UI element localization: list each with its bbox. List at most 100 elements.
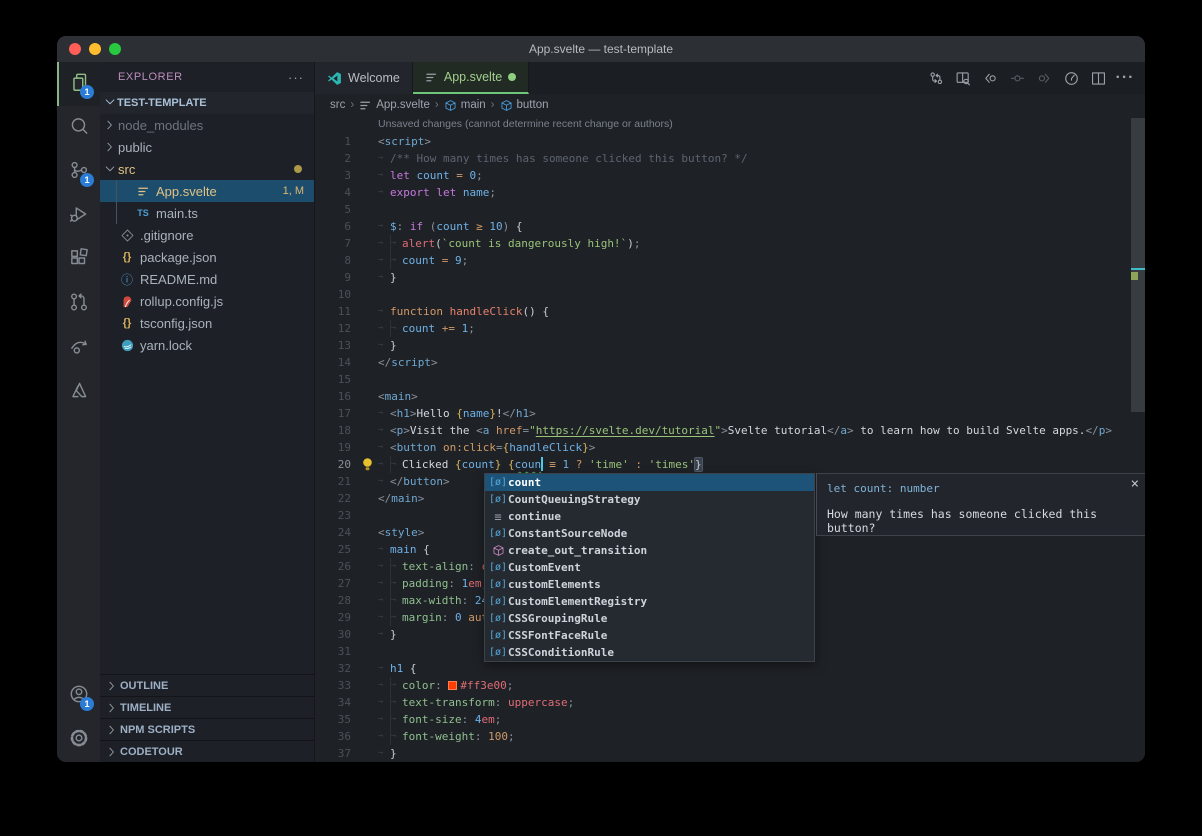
suggest-item-count[interactable]: [ø]count — [485, 474, 814, 491]
activity-azure-icon[interactable] — [57, 370, 100, 414]
code-line[interactable]: 1<script> — [315, 133, 1145, 150]
sidebar-more-icon[interactable]: ··· — [288, 70, 304, 85]
code-line[interactable]: 37→} — [315, 745, 1145, 762]
codetour-step-icon[interactable] — [1005, 66, 1029, 90]
suggest-item-CustomElementRegistry[interactable]: [ø]CustomElementRegistry — [485, 593, 814, 610]
code-line[interactable]: 33→→color: #ff3e00; — [315, 677, 1145, 694]
suggest-item-CSSGroupingRule[interactable]: [ø]CSSGroupingRule — [485, 610, 814, 627]
code-line[interactable]: 36→→font-weight: 100; — [315, 728, 1145, 745]
code-line[interactable]: 20→→Clicked {count} {coun ≡ 1 ? 'time' :… — [315, 456, 1145, 473]
code-line[interactable]: 16<main> — [315, 388, 1145, 405]
code-line[interactable]: 32→h1 { — [315, 660, 1145, 677]
activity-pull-request-icon[interactable] — [57, 282, 100, 326]
activity-run-debug-icon[interactable] — [57, 194, 100, 238]
code-line[interactable]: 34→→text-transform: uppercase; — [315, 694, 1145, 711]
suggest-item-CustomEvent[interactable]: [ø]CustomEvent — [485, 559, 814, 576]
explorer-sidebar: EXPLORER ··· TEST-TEMPLATE node_modulesp… — [100, 62, 315, 762]
open-preview-icon[interactable] — [951, 66, 975, 90]
codetour-next-icon[interactable] — [1032, 66, 1056, 90]
suggest-item-create_out_transition[interactable]: create_out_transition — [485, 542, 814, 559]
suggest-label: CSSConditionRule — [508, 646, 614, 659]
code-line[interactable]: 14</script> — [315, 354, 1145, 371]
tab-app-svelte[interactable]: App.svelte — [413, 62, 529, 94]
sidebar-panel-timeline[interactable]: TIMELINE — [100, 696, 314, 718]
code-line[interactable]: 19→<button on:click={handleClick}> — [315, 439, 1145, 456]
code-line[interactable]: 6→$: if (count ≥ 10) { — [315, 218, 1145, 235]
code-line[interactable]: 13→} — [315, 337, 1145, 354]
close-icon[interactable]: × — [1131, 476, 1139, 492]
file-tree-item-package.json[interactable]: {}package.json — [100, 246, 314, 268]
line-number: 34 — [315, 694, 351, 711]
code-line[interactable]: 17→<h1>Hello {name}!</h1> — [315, 405, 1145, 422]
suggest-item-continue[interactable]: ≡continue — [485, 508, 814, 525]
breadcrumb-item-main[interactable]: main — [444, 99, 486, 112]
open-changes-icon[interactable] — [924, 66, 948, 90]
code-line[interactable]: 35→→font-size: 4em; — [315, 711, 1145, 728]
breadcrumb-item-src[interactable]: src — [330, 99, 345, 111]
suggest-label: ConstantSourceNode — [508, 527, 627, 540]
code-line[interactable]: 10 — [315, 286, 1145, 303]
file-tree-item-main.ts[interactable]: TSmain.ts — [100, 202, 314, 224]
code-line[interactable]: 9→} — [315, 269, 1145, 286]
suggest-item-CSSConditionRule[interactable]: [ø]CSSConditionRule — [485, 644, 814, 661]
code-line[interactable]: 11→function handleClick() { — [315, 303, 1145, 320]
code-line[interactable]: 4→export let name; — [315, 184, 1145, 201]
file-tree-item-src[interactable]: src — [100, 158, 314, 180]
breadcrumb-item-button[interactable]: button — [500, 99, 549, 112]
suggest-item-CountQueuingStrategy[interactable]: [ø]CountQueuingStrategy — [485, 491, 814, 508]
file-tree-item-node_modules[interactable]: node_modules — [100, 114, 314, 136]
breadcrumb-item-app-svelte[interactable]: App.svelte — [359, 99, 430, 112]
line-number: 2 — [315, 150, 351, 167]
suggest-item-customElements[interactable]: [ø]customElements — [485, 576, 814, 593]
code-line[interactable]: 2→/** How many times has someone clicked… — [315, 150, 1145, 167]
json-braces-icon: {} — [118, 317, 136, 329]
badge: 1 — [80, 85, 94, 99]
suggest-item-CSSFontFaceRule[interactable]: [ø]CSSFontFaceRule — [485, 627, 814, 644]
line-number: 7 — [315, 235, 351, 252]
tab-bar: WelcomeApp.svelte ··· — [315, 62, 1145, 94]
breadcrumb-label: App.svelte — [376, 99, 430, 111]
workspace-section-header[interactable]: TEST-TEMPLATE — [100, 92, 314, 114]
code-line[interactable]: 18→<p>Visit the <a href="https://svelte.… — [315, 422, 1145, 439]
file-tree-item-tsconfig.json[interactable]: {}tsconfig.json — [100, 312, 314, 334]
yarn-icon — [118, 339, 136, 352]
activity-search-icon[interactable] — [57, 106, 100, 150]
activity-extensions-icon[interactable] — [57, 238, 100, 282]
suggest-label: CustomElementRegistry — [508, 595, 647, 608]
activity-source-control-icon[interactable]: 1 — [57, 150, 100, 194]
file-tree-item-rollup.config.js[interactable]: rollup.config.js — [100, 290, 314, 312]
code-line[interactable]: 7→→alert(`count is dangerously high!`); — [315, 235, 1145, 252]
activity-settings-gear-icon[interactable] — [57, 718, 100, 762]
code-line[interactable]: 3→let count = 0; — [315, 167, 1145, 184]
split-editor-icon[interactable] — [1086, 66, 1110, 90]
activity-accounts-icon[interactable]: 1 — [57, 674, 100, 718]
file-tree-item-App.svelte[interactable]: App.svelte1, M — [100, 180, 314, 202]
line-number: 31 — [315, 643, 351, 660]
codelens-annotation[interactable]: Unsaved changes (cannot determine recent… — [315, 116, 1145, 133]
suggest-label: continue — [508, 510, 561, 523]
code-line[interactable]: 5 — [315, 201, 1145, 218]
sidebar-panel-outline[interactable]: OUTLINE — [100, 674, 314, 696]
start-codetour-icon[interactable] — [1059, 66, 1083, 90]
file-tree-item-yarn.lock[interactable]: yarn.lock — [100, 334, 314, 356]
file-tree-item-public[interactable]: public — [100, 136, 314, 158]
sidebar-panel-npm-scripts[interactable]: NPM SCRIPTS — [100, 718, 314, 740]
scrollbar[interactable] — [1131, 118, 1145, 412]
more-actions-icon[interactable]: ··· — [1113, 66, 1137, 90]
sidebar-panel-codetour[interactable]: CODETOUR — [100, 740, 314, 762]
line-number: 10 — [315, 286, 351, 303]
file-tree: node_modulespublicsrcApp.svelte1, MTSmai… — [100, 114, 314, 356]
tab-welcome[interactable]: Welcome — [315, 62, 413, 94]
code-line[interactable]: 12→→count += 1; — [315, 320, 1145, 337]
codetour-prev-icon[interactable] — [978, 66, 1002, 90]
line-number: 1 — [315, 133, 351, 150]
code-line[interactable]: 8→→count = 9; — [315, 252, 1145, 269]
file-tree-item-.gitignore[interactable]: .gitignore — [100, 224, 314, 246]
activity-live-share-icon[interactable] — [57, 326, 100, 370]
code-editor[interactable]: Unsaved changes (cannot determine recent… — [315, 116, 1145, 762]
code-line[interactable]: 15 — [315, 371, 1145, 388]
file-tree-item-README.md[interactable]: ⓘREADME.md — [100, 268, 314, 290]
title-bar[interactable]: App.svelte — test-template — [57, 36, 1145, 62]
activity-explorer-icon[interactable]: 1 — [57, 62, 100, 106]
suggest-item-ConstantSourceNode[interactable]: [ø]ConstantSourceNode — [485, 525, 814, 542]
